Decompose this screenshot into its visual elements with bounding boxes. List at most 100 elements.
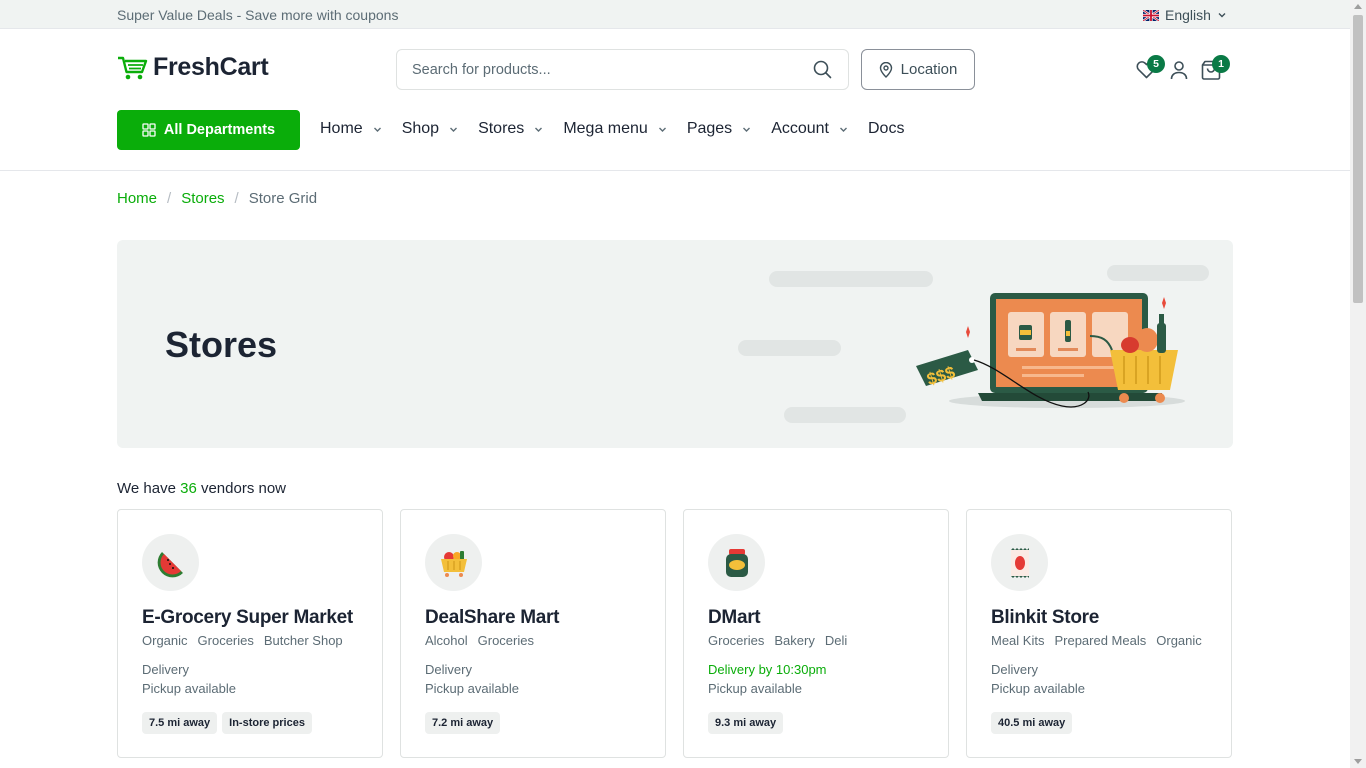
grid-icon xyxy=(142,123,156,137)
language-label: English xyxy=(1165,7,1211,23)
pickup-info: Pickup available xyxy=(708,681,802,696)
store-logo[interactable] xyxy=(991,534,1048,591)
all-departments-button[interactable]: All Departments xyxy=(117,110,300,150)
watermelon-icon xyxy=(157,551,183,577)
store-tag: Alcohol xyxy=(425,633,468,648)
store-tag: Meal Kits xyxy=(991,633,1045,648)
nav-label: Shop xyxy=(401,120,440,137)
distance-badge: 7.5 mi away xyxy=(142,712,218,734)
vendor-count-suffix: vendors now xyxy=(200,480,287,497)
store-name[interactable]: Blinkit Store xyxy=(991,607,1099,629)
pickup-info: Pickup available xyxy=(991,681,1085,696)
shopping-laptop-illustration: $$$ xyxy=(916,293,1185,408)
decorative-bar xyxy=(1107,265,1209,281)
scroll-up-arrow-icon[interactable] xyxy=(1354,4,1362,9)
nav-item-home[interactable]: Home xyxy=(320,120,382,138)
delivery-info: Delivery xyxy=(991,662,1038,677)
search-input[interactable] xyxy=(397,50,797,89)
store-card[interactable]: Blinkit Store Meal Kits Prepared Meals O… xyxy=(966,509,1232,758)
breadcrumb-current: Store Grid xyxy=(248,190,318,207)
nav-item-mega-menu[interactable]: Mega menu xyxy=(563,120,667,138)
store-name[interactable]: DMart xyxy=(708,607,761,629)
store-tag: Organic xyxy=(142,633,188,648)
delivery-info: Delivery by 10:30pm xyxy=(708,662,827,677)
nav-label: Docs xyxy=(868,120,905,137)
search-box xyxy=(396,49,849,90)
store-card[interactable]: E-Grocery Super Market Organic Groceries… xyxy=(117,509,383,758)
pickup-info: Pickup available xyxy=(142,681,236,696)
uk-flag-icon xyxy=(1143,9,1159,21)
jar-icon xyxy=(725,548,748,577)
store-logo[interactable] xyxy=(708,534,765,591)
store-chips: 40.5 mi away xyxy=(991,712,1073,734)
decorative-bar xyxy=(784,407,906,423)
brand-logo[interactable]: FreshCart xyxy=(117,53,269,82)
nav-item-shop[interactable]: Shop xyxy=(402,120,458,138)
chevron-down-icon xyxy=(1218,13,1226,18)
all-departments-label: All Departments xyxy=(163,122,276,138)
chevron-down-icon xyxy=(743,127,751,132)
store-tag: Butcher Shop xyxy=(263,633,343,648)
account-button[interactable] xyxy=(1170,60,1188,85)
decorative-bar xyxy=(769,271,933,287)
distance-badge: 40.5 mi away xyxy=(991,712,1073,734)
nav-item-pages[interactable]: Pages xyxy=(687,120,751,138)
map-pin-icon xyxy=(879,61,892,78)
store-chips: 7.5 mi away In-store prices xyxy=(142,712,312,734)
nav-label: Pages xyxy=(686,120,733,137)
store-name[interactable]: E-Grocery Super Market xyxy=(142,607,353,629)
pickup-info: Pickup available xyxy=(425,681,519,696)
delivery-info: Delivery xyxy=(142,662,189,677)
page-title: Stores xyxy=(165,324,278,365)
chevron-down-icon xyxy=(840,127,847,132)
snack-pack-icon xyxy=(1010,547,1029,578)
chevron-down-icon xyxy=(450,127,458,132)
store-tag: Groceries xyxy=(197,633,254,648)
location-button[interactable]: Location xyxy=(861,49,975,90)
top-bar: Super Value Deals - Save more with coupo… xyxy=(0,0,1350,29)
main-navigation: Home Shop Stores Mega menu Pages Account… xyxy=(320,120,924,138)
chevron-down-icon xyxy=(373,127,381,132)
cart-count-badge: 1 xyxy=(1212,55,1230,73)
nav-item-account[interactable]: Account xyxy=(771,120,848,138)
store-chips: 7.2 mi away xyxy=(425,712,501,734)
store-tag: Groceries xyxy=(477,633,534,648)
vendor-count-text: We have 36 vendors now xyxy=(117,480,286,497)
store-tag: Prepared Meals xyxy=(1054,633,1147,648)
store-tags: Groceries Bakery Deli xyxy=(708,633,847,648)
header-divider xyxy=(0,170,1350,171)
page-scrollbar[interactable] xyxy=(1350,0,1366,768)
store-logo[interactable] xyxy=(142,534,199,591)
cart-logo-icon xyxy=(118,56,148,79)
store-tags: Meal Kits Prepared Meals Organic xyxy=(991,633,1202,648)
store-tag: Groceries xyxy=(708,633,765,648)
nav-label: Account xyxy=(771,120,829,137)
search-icon[interactable] xyxy=(813,60,832,79)
decorative-bar xyxy=(738,340,841,356)
shopping-basket-icon xyxy=(440,550,467,577)
nav-item-stores[interactable]: Stores xyxy=(478,120,543,138)
user-icon xyxy=(1170,61,1188,80)
store-card[interactable]: DMart Groceries Bakery Deli Delivery by … xyxy=(683,509,949,758)
wishlist-button[interactable]: 5 xyxy=(1136,55,1165,84)
scrollbar-thumb[interactable] xyxy=(1353,15,1363,303)
breadcrumb: Home / Stores / Store Grid xyxy=(117,190,317,207)
store-logo[interactable] xyxy=(425,534,482,591)
store-chips: 9.3 mi away xyxy=(708,712,784,734)
breadcrumb-home[interactable]: Home xyxy=(117,190,157,207)
distance-badge: 9.3 mi away xyxy=(708,712,784,734)
cart-button[interactable]: 1 xyxy=(1201,55,1230,85)
nav-label: Mega menu xyxy=(563,120,648,137)
store-name[interactable]: DealShare Mart xyxy=(425,607,559,629)
breadcrumb-stores[interactable]: Stores xyxy=(181,190,224,207)
scroll-down-arrow-icon[interactable] xyxy=(1354,759,1362,764)
language-selector[interactable]: English xyxy=(1143,7,1227,23)
nav-item-docs[interactable]: Docs xyxy=(868,120,904,138)
pricing-badge: In-store prices xyxy=(222,712,312,734)
store-tags: Organic Groceries Butcher Shop xyxy=(142,633,343,648)
wishlist-count-badge: 5 xyxy=(1147,55,1165,73)
breadcrumb-separator: / xyxy=(167,190,172,207)
distance-badge: 7.2 mi away xyxy=(425,712,501,734)
store-tag: Bakery xyxy=(774,633,815,648)
store-card[interactable]: DealShare Mart Alcohol Groceries Deliver… xyxy=(400,509,666,758)
